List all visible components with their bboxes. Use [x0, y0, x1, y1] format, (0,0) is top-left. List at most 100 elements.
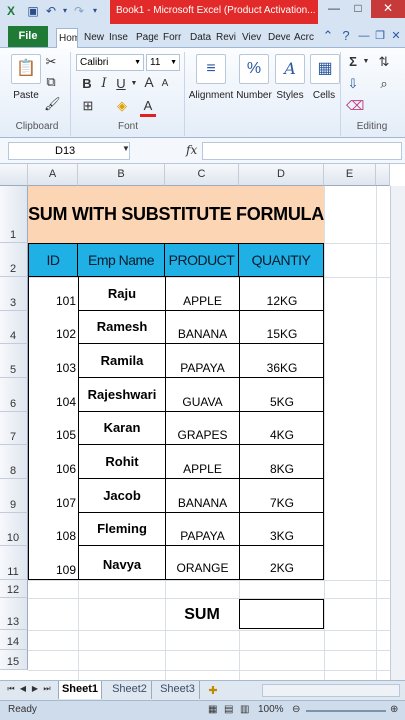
alignment-button[interactable]: ≡ Alignment [188, 54, 234, 101]
row-header-8[interactable]: 8 [0, 445, 28, 479]
cell-product[interactable]: BANANA [166, 327, 239, 341]
cell-id[interactable]: 107 [29, 496, 78, 510]
styles-button[interactable]: A Styles [274, 54, 306, 101]
first-sheet-icon[interactable]: ⏮ [6, 684, 16, 694]
cell-quantity[interactable]: 5KG [240, 395, 324, 409]
zoom-in-icon[interactable]: ⊕ [390, 704, 398, 715]
redo-icon[interactable]: ↷ [72, 3, 86, 19]
normal-view-icon[interactable]: ▦ [208, 704, 217, 715]
font-name-combo[interactable]: Calibri ▼ [76, 54, 144, 71]
close-button[interactable]: ✕ [371, 0, 405, 18]
tab-formulas[interactable]: Forr [161, 28, 185, 48]
cell-quantity[interactable]: 3KG [240, 529, 324, 543]
cell-quantity[interactable]: 12KG [240, 294, 324, 308]
page-layout-view-icon[interactable]: ▤ [224, 704, 233, 715]
column-header-a[interactable]: A [28, 164, 78, 186]
number-button[interactable]: % Number [236, 54, 272, 101]
zoom-slider[interactable] [306, 710, 386, 712]
cell-product[interactable]: APPLE [166, 294, 239, 308]
prev-sheet-icon[interactable]: ◀ [18, 684, 28, 693]
row-header-11[interactable]: 11 [0, 546, 28, 580]
copy-icon[interactable]: ⧉ [44, 74, 58, 90]
cell-emp-name[interactable]: Rajeshwari [79, 387, 165, 402]
row-header-3[interactable]: 3 [0, 277, 28, 311]
tab-page-layout[interactable]: Page [134, 28, 158, 48]
row-header-10[interactable]: 10 [0, 513, 28, 546]
customize-toolbar-icon[interactable]: ▾ [88, 3, 102, 19]
next-sheet-icon[interactable]: ▶ [30, 684, 40, 693]
sum-label-cell[interactable]: SUM [165, 601, 239, 631]
column-header-d[interactable]: D [239, 164, 324, 186]
window-minimize-icon[interactable]: — [356, 28, 372, 44]
format-painter-icon[interactable]: 🖌 [44, 96, 61, 112]
sheet-tab-sheet2[interactable]: Sheet2 [108, 681, 152, 699]
font-color-button[interactable]: A [140, 98, 156, 117]
header-cell-emp-name[interactable]: Emp Name [78, 243, 165, 277]
tab-new[interactable]: New [82, 28, 104, 48]
cell-product[interactable]: BANANA [166, 496, 239, 510]
tab-file[interactable]: File [8, 26, 48, 47]
row-header-9[interactable]: 9 [0, 479, 28, 513]
column-header-f[interactable] [376, 164, 390, 186]
cell-id[interactable]: 101 [29, 294, 78, 308]
sheet-tab-sheet3[interactable]: Sheet3 [156, 681, 200, 699]
cell-quantity[interactable]: 15KG [240, 327, 324, 341]
row-header-1[interactable]: 1 [0, 186, 28, 243]
cell-product[interactable]: APPLE [166, 462, 239, 476]
last-sheet-icon[interactable]: ⏭ [42, 684, 52, 694]
row-header-12[interactable]: 12 [0, 580, 28, 598]
tab-developer[interactable]: Deve [266, 28, 290, 48]
sum-result-cell[interactable] [239, 599, 324, 629]
row-header-4[interactable]: 4 [0, 311, 28, 344]
row-header-13[interactable]: 13 [0, 598, 28, 630]
undo-dropdown-icon[interactable]: ▾ [58, 3, 72, 19]
font-size-combo[interactable]: 11 ▼ [146, 54, 180, 71]
zoom-level[interactable]: 100% [258, 704, 284, 715]
tab-review[interactable]: Revi [214, 28, 238, 48]
underline-dropdown-icon[interactable]: ▼ [130, 76, 138, 92]
row-header-2[interactable]: 2 [0, 243, 28, 277]
restore-button[interactable]: □ [346, 0, 370, 18]
cell-quantity[interactable]: 8KG [240, 462, 324, 476]
header-cell-product[interactable]: PRODUCT [165, 243, 239, 277]
name-box[interactable]: D13 [8, 142, 130, 160]
find-select-icon[interactable]: ⌕ [374, 76, 394, 92]
column-header-e[interactable]: E [324, 164, 376, 186]
worksheet-grid[interactable]: A B C D E 1 2 3 4 5 6 7 8 9 10 11 12 13 … [0, 164, 405, 680]
tab-acrobat[interactable]: Acrc [292, 28, 316, 48]
fill-icon[interactable]: ⇩ [346, 76, 360, 92]
row-header-5[interactable]: 5 [0, 344, 28, 378]
cut-icon[interactable]: ✂ [44, 54, 58, 70]
cell-id[interactable]: 108 [29, 529, 78, 543]
cell-product[interactable]: GRAPES [166, 428, 239, 442]
cell-quantity[interactable]: 36KG [240, 361, 324, 375]
cell-emp-name[interactable]: Ramila [79, 353, 165, 368]
select-all-corner[interactable] [0, 164, 28, 186]
cell-id[interactable]: 102 [29, 327, 78, 341]
cell-id[interactable]: 105 [29, 428, 78, 442]
grow-font-button[interactable]: A [142, 74, 156, 90]
save-icon[interactable]: ▣ [26, 3, 40, 19]
header-cell-quantity[interactable]: QUANTIY [239, 243, 324, 277]
undo-icon[interactable]: ↶ [44, 3, 58, 19]
italic-button[interactable]: I [97, 76, 111, 92]
fill-color-icon[interactable]: ◈ [114, 98, 130, 114]
cell-emp-name[interactable]: Rohit [79, 454, 165, 469]
row-header-7[interactable]: 7 [0, 412, 28, 445]
tab-home[interactable]: Hom [56, 28, 78, 48]
cell-product[interactable]: PAPAYA [166, 529, 239, 543]
row-header-14[interactable]: 14 [0, 630, 28, 650]
paste-button[interactable]: 📋 Paste [10, 54, 42, 101]
sort-filter-icon[interactable]: ⇅ [374, 54, 394, 70]
cells-button[interactable]: ▦ Cells [310, 54, 340, 101]
autosum-dropdown-icon[interactable]: ▼ [362, 54, 370, 70]
cell-product[interactable]: PAPAYA [166, 361, 239, 375]
insert-sheet-icon[interactable]: ✚ [206, 684, 220, 697]
cell-emp-name[interactable]: Karan [79, 420, 165, 435]
tab-insert[interactable]: Inse [107, 28, 131, 48]
bold-button[interactable]: B [80, 76, 94, 92]
column-header-b[interactable]: B [78, 164, 165, 186]
window-close-icon[interactable]: ✕ [388, 28, 404, 44]
header-cell-id[interactable]: ID [28, 243, 78, 277]
cell-emp-name[interactable]: Raju [79, 286, 165, 301]
